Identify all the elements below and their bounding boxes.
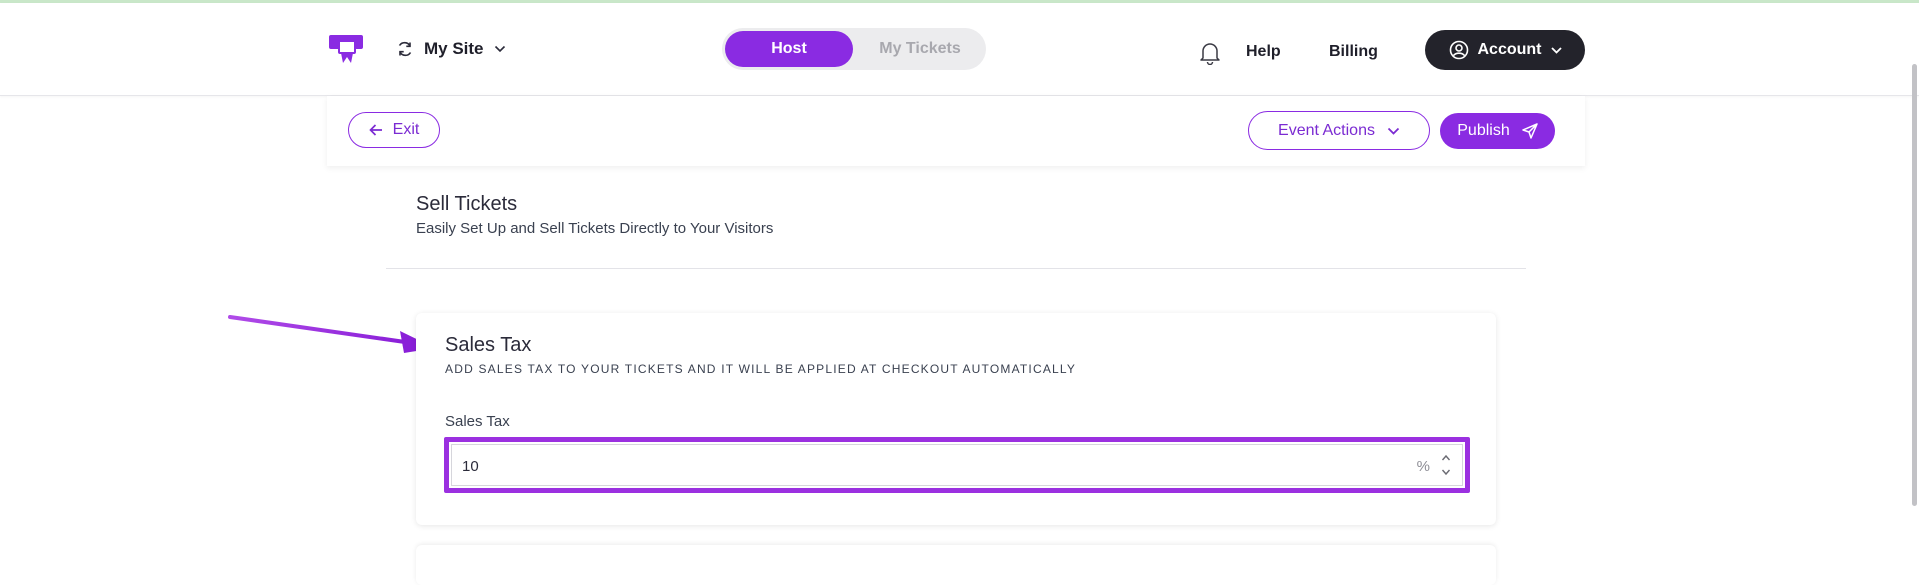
sync-icon	[398, 41, 412, 57]
card-title: Sales Tax	[445, 334, 532, 356]
card-description: ADD SALES TAX TO YOUR TICKETS AND IT WIL…	[445, 362, 1077, 376]
section-subtitle: Easily Set Up and Sell Tickets Directly …	[416, 220, 774, 237]
sales-tax-highlight: 10 %	[444, 437, 1470, 493]
next-card	[416, 545, 1496, 585]
send-icon	[1521, 123, 1538, 139]
section-divider	[386, 268, 1526, 269]
editor-toolbar: Exit Event Actions Publish	[327, 96, 1585, 166]
number-stepper-icon[interactable]	[1440, 452, 1452, 478]
bell-icon[interactable]	[1199, 41, 1221, 65]
chevron-down-icon	[494, 45, 505, 53]
site-label: My Site	[424, 39, 484, 58]
sales-tax-value: 10	[462, 458, 479, 475]
mode-toggle: Host My Tickets	[722, 28, 986, 70]
help-link[interactable]: Help	[1246, 43, 1281, 61]
host-tab[interactable]: Host	[725, 31, 853, 67]
page-scrollbar[interactable]	[1912, 64, 1917, 506]
account-button[interactable]: Account	[1425, 30, 1585, 70]
arrow-left-icon	[368, 124, 382, 136]
event-actions-dropdown[interactable]: Event Actions	[1248, 111, 1430, 150]
annotation-arrow-icon	[228, 315, 435, 353]
app-header: My Site Host My Tickets Help Billing Acc…	[0, 3, 1919, 96]
ticket-logo-icon[interactable]	[327, 31, 367, 67]
site-switcher[interactable]: My Site	[396, 39, 506, 59]
sales-tax-label: Sales Tax	[445, 413, 510, 430]
billing-link[interactable]: Billing	[1329, 43, 1378, 61]
my-tickets-tab[interactable]: My Tickets	[858, 31, 982, 67]
sales-tax-card: Sales Tax ADD SALES TAX TO YOUR TICKETS …	[416, 313, 1496, 525]
publish-label: Publish	[1457, 122, 1510, 139]
sales-tax-input[interactable]: 10 %	[451, 444, 1463, 486]
chevron-down-icon	[1550, 46, 1562, 54]
account-label: Account	[1477, 41, 1542, 58]
exit-button[interactable]: Exit	[348, 112, 440, 148]
event-actions-label: Event Actions	[1278, 121, 1375, 139]
chevron-down-icon	[1387, 127, 1400, 135]
exit-label: Exit	[392, 121, 420, 138]
percent-unit: %	[1416, 458, 1430, 475]
user-circle-icon	[1449, 40, 1468, 60]
section-title: Sell Tickets	[416, 193, 518, 215]
publish-button[interactable]: Publish	[1440, 113, 1555, 149]
